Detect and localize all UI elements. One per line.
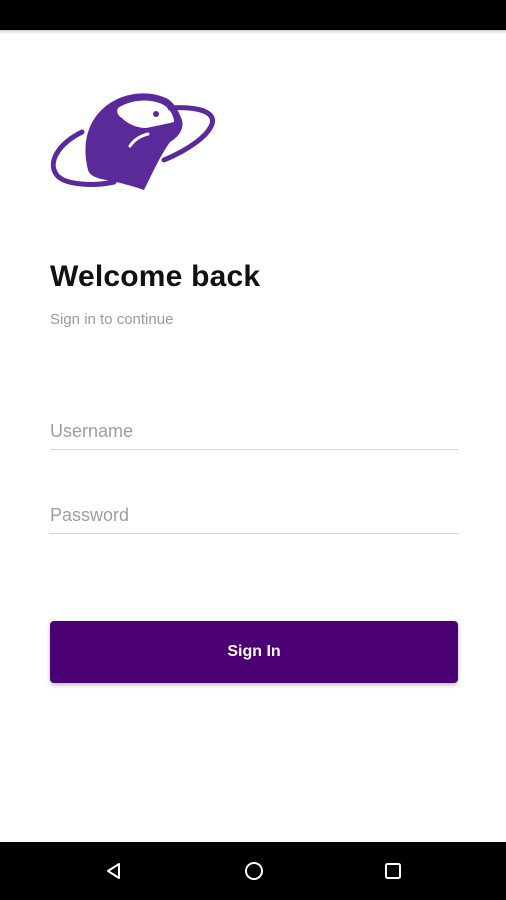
otter-orbit-logo <box>50 93 215 190</box>
status-bar <box>0 0 506 30</box>
nav-back-button[interactable] <box>100 857 128 885</box>
home-circle-icon <box>245 862 263 880</box>
nav-recents-button[interactable] <box>379 857 407 885</box>
password-input[interactable] <box>50 497 458 534</box>
sign-in-button[interactable]: Sign In <box>50 621 458 683</box>
logo-otter-eye <box>153 111 159 117</box>
login-screen: Welcome back Sign in to continue Sign In <box>0 0 506 900</box>
navigation-bar <box>0 842 506 900</box>
page-subtitle: Sign in to continue <box>50 311 174 328</box>
status-bar-shadow <box>0 30 506 34</box>
page-title: Welcome back <box>50 260 261 293</box>
recents-square-icon <box>385 863 401 879</box>
username-input[interactable] <box>50 413 458 450</box>
back-triangle-icon <box>107 863 120 879</box>
nav-home-button[interactable] <box>240 857 268 885</box>
app-logo-icon <box>50 93 215 190</box>
